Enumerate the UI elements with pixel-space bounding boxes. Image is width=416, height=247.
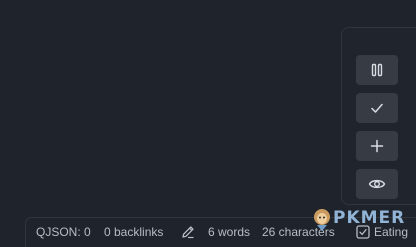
backlinks-count[interactable]: 0 backlinks — [104, 225, 163, 239]
status-bar: QJSON: 0 0 backlinks 6 words 26 characte… — [25, 217, 416, 247]
preview-button[interactable] — [356, 169, 398, 199]
qjson-count[interactable]: QJSON: 0 — [36, 225, 91, 239]
character-count: 26 characters — [262, 225, 335, 239]
eye-icon — [368, 177, 386, 191]
word-count: 6 words — [208, 225, 251, 239]
check-icon — [370, 101, 384, 115]
pencil-icon[interactable] — [180, 224, 196, 243]
add-button[interactable] — [356, 131, 398, 161]
check-button[interactable] — [356, 93, 398, 123]
checkbox-icon[interactable] — [355, 224, 371, 243]
pause-button[interactable] — [356, 55, 398, 85]
floating-toolbar — [341, 27, 416, 205]
current-task[interactable]: Eating — [374, 225, 408, 239]
pause-icon — [370, 63, 384, 77]
plus-icon — [370, 139, 384, 153]
app-window: QJSON: 0 0 backlinks 6 words 26 characte… — [0, 0, 416, 247]
